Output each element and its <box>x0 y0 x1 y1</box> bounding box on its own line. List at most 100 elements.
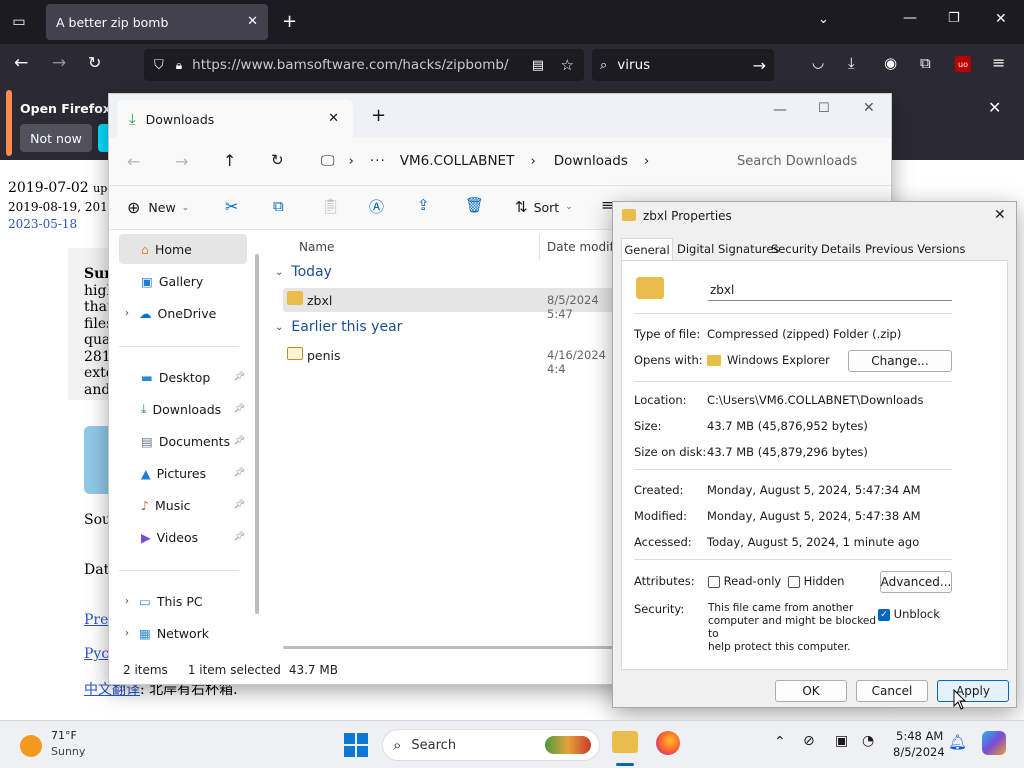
tab-previous-versions[interactable]: Previous Versions <box>865 242 966 256</box>
sort-button[interactable]: ⇅ Sort ⌄ <box>515 198 573 216</box>
ublock-icon[interactable]: uo <box>955 56 971 72</box>
menu-icon[interactable]: ≡ <box>992 53 1005 72</box>
search-downloads-input[interactable]: Search Downloads <box>723 144 889 178</box>
nav-this-pc[interactable]: › ▭ This PC <box>119 586 247 616</box>
explorer-maximize-icon[interactable]: ☐ <box>818 101 830 116</box>
tab-list-icon[interactable]: ▭ <box>10 13 28 31</box>
shield-icon[interactable]: ⛉ <box>154 58 164 73</box>
readonly-checkbox[interactable]: Read-only <box>708 574 781 588</box>
nav-onedrive[interactable]: › ☁ OneDrive <box>119 298 247 328</box>
notice-close-icon[interactable]: ✕ <box>988 98 1001 117</box>
ex-back-icon[interactable]: ← <box>127 152 140 171</box>
search-bar[interactable]: ⌕ virus → <box>592 49 774 81</box>
show-hidden-icons-icon[interactable]: ⌃ <box>774 734 786 750</box>
expand-chevron-icon[interactable]: › <box>125 596 129 607</box>
pin-icon[interactable]: 📌︎ <box>234 436 245 446</box>
url-text[interactable]: https://www.bamsoftware.com/hacks/zipbom… <box>192 57 508 73</box>
group-earlier[interactable]: ⌄ Earlier this year <box>275 319 402 335</box>
account-icon[interactable]: ◉ <box>884 54 897 72</box>
file-explorer-taskbar-icon[interactable] <box>612 731 638 753</box>
lock-icon[interactable]: 🔒︎ <box>176 58 182 73</box>
advanced-button[interactable]: Advanced... <box>880 571 952 593</box>
nav-scrollbar[interactable] <box>255 254 259 614</box>
tab-details[interactable]: Details <box>821 242 861 256</box>
apply-button[interactable]: Apply <box>937 680 1009 702</box>
breadcrumb-downloads[interactable]: Downloads <box>554 153 628 169</box>
explorer-tab[interactable]: ⤓ Downloads ✕ <box>117 100 353 138</box>
revision-link[interactable]: 2023-05-18 <box>8 217 77 231</box>
explorer-minimize-icon[interactable]: — <box>773 102 787 118</box>
nav-network[interactable]: › ▦ Network <box>119 618 247 648</box>
share-icon[interactable]: ⇪ <box>417 196 430 214</box>
breadcrumb-more-icon[interactable]: ··· <box>370 153 386 169</box>
rename-icon[interactable]: Ⓐ <box>369 196 384 217</box>
search-input[interactable]: virus <box>617 57 650 73</box>
column-header-name[interactable]: Name <box>299 240 334 254</box>
change-button[interactable]: Change... <box>848 350 952 372</box>
breadcrumb-chevron-icon[interactable]: › <box>349 153 354 169</box>
extensions-icon[interactable]: ⧉ <box>920 54 931 72</box>
ex-forward-icon[interactable]: → <box>175 152 188 171</box>
back-icon[interactable]: ← <box>14 53 28 73</box>
firefox-taskbar-icon[interactable] <box>656 731 680 755</box>
weather-desc[interactable]: Sunny <box>51 745 85 758</box>
pycon-link[interactable]: Pyc <box>84 646 109 662</box>
reader-view-icon[interactable]: ▤ <box>532 58 544 73</box>
ex-refresh-icon[interactable]: ↻ <box>271 151 284 169</box>
pin-icon[interactable]: 📌︎ <box>234 468 245 478</box>
forward-icon[interactable]: → <box>52 53 66 73</box>
pin-icon[interactable]: 📌︎ <box>234 404 245 414</box>
download-icon[interactable]: ⤓ <box>848 54 855 72</box>
url-bar[interactable]: ⛉ 🔒︎ https://www.bamsoftware.com/hacks/z… <box>144 49 584 81</box>
reload-icon[interactable]: ↻ <box>88 53 101 72</box>
checkbox-checked-icon[interactable]: ✓ <box>878 608 890 621</box>
pin-icon[interactable]: 📌︎ <box>234 372 245 382</box>
collapse-chevron-icon[interactable]: ⌄ <box>275 267 283 278</box>
go-arrow-icon[interactable]: → <box>753 56 766 75</box>
nav-home[interactable]: ⌂ Home <box>119 234 247 264</box>
nav-downloads[interactable]: ⤓ Downloads 📌︎ <box>119 394 247 424</box>
notice-primary-button[interactable] <box>98 124 108 152</box>
file-row-zbxl[interactable]: zbxl 8/5/2024 5:47 <box>283 288 623 321</box>
start-icon[interactable] <box>344 733 368 757</box>
copilot-icon[interactable] <box>982 731 1006 755</box>
nav-gallery[interactable]: ▣ Gallery <box>119 266 247 296</box>
cut-icon[interactable]: ✂ <box>225 197 238 216</box>
expand-chevron-icon[interactable]: › <box>125 628 129 639</box>
collapse-chevron-icon[interactable]: ⌄ <box>275 322 283 333</box>
breadcrumb[interactable]: 🖵︎ › ··· VM6.COLLABNET › Downloads › <box>311 144 711 178</box>
horizontal-scrollbar[interactable] <box>283 646 623 649</box>
not-now-button[interactable]: Not now <box>20 124 92 152</box>
new-tab-icon[interactable]: + <box>282 11 297 32</box>
column-divider[interactable] <box>539 234 540 260</box>
pin-icon[interactable]: 📌︎ <box>234 500 245 510</box>
window-close-icon[interactable]: ✕ <box>995 11 1007 27</box>
network-off-icon[interactable]: ⊘ <box>803 733 815 749</box>
nav-pictures[interactable]: ▲ Pictures 📌︎ <box>119 458 247 488</box>
monitor-icon[interactable]: 🖵︎ <box>321 153 335 169</box>
notification-bell-icon[interactable]: 🔔︎ <box>948 733 967 751</box>
explorer-close-icon[interactable]: ✕ <box>863 100 875 116</box>
tab-general[interactable]: General <box>621 238 673 261</box>
tab-security[interactable]: Security <box>771 242 818 256</box>
delete-icon[interactable]: 🗑︎ <box>465 196 484 214</box>
browser-tab[interactable]: A better zip bomb ✕ <box>46 4 268 40</box>
focus-icon[interactable]: ◔ <box>862 733 874 749</box>
paste-icon[interactable]: 📋︎ <box>321 197 340 215</box>
hidden-checkbox[interactable]: Hidden <box>788 574 844 588</box>
name-field[interactable]: zbxl <box>708 279 952 301</box>
dialog-close-icon[interactable]: ✕ <box>994 207 1006 223</box>
breadcrumb-vm6[interactable]: VM6.COLLABNET <box>400 153 515 169</box>
bookmark-star-icon[interactable]: ☆ <box>561 56 574 74</box>
weather-temp[interactable]: 71°F <box>51 729 77 742</box>
breadcrumb-chevron-icon[interactable]: › <box>644 153 649 169</box>
checkbox-box[interactable] <box>708 575 720 588</box>
display-icon[interactable]: ▣ <box>835 733 848 749</box>
list-all-tabs-icon[interactable]: ⌄ <box>818 12 829 27</box>
nav-desktop[interactable]: ▬ Desktop 📌︎ <box>119 362 247 392</box>
tab-close-icon[interactable]: ✕ <box>247 14 258 29</box>
group-today[interactable]: ⌄ Today <box>275 264 332 280</box>
tab-digital-signatures[interactable]: Digital Signatures <box>677 242 779 256</box>
sun-icon[interactable] <box>20 735 42 757</box>
nav-videos[interactable]: ▶ Videos 📌︎ <box>119 522 247 552</box>
